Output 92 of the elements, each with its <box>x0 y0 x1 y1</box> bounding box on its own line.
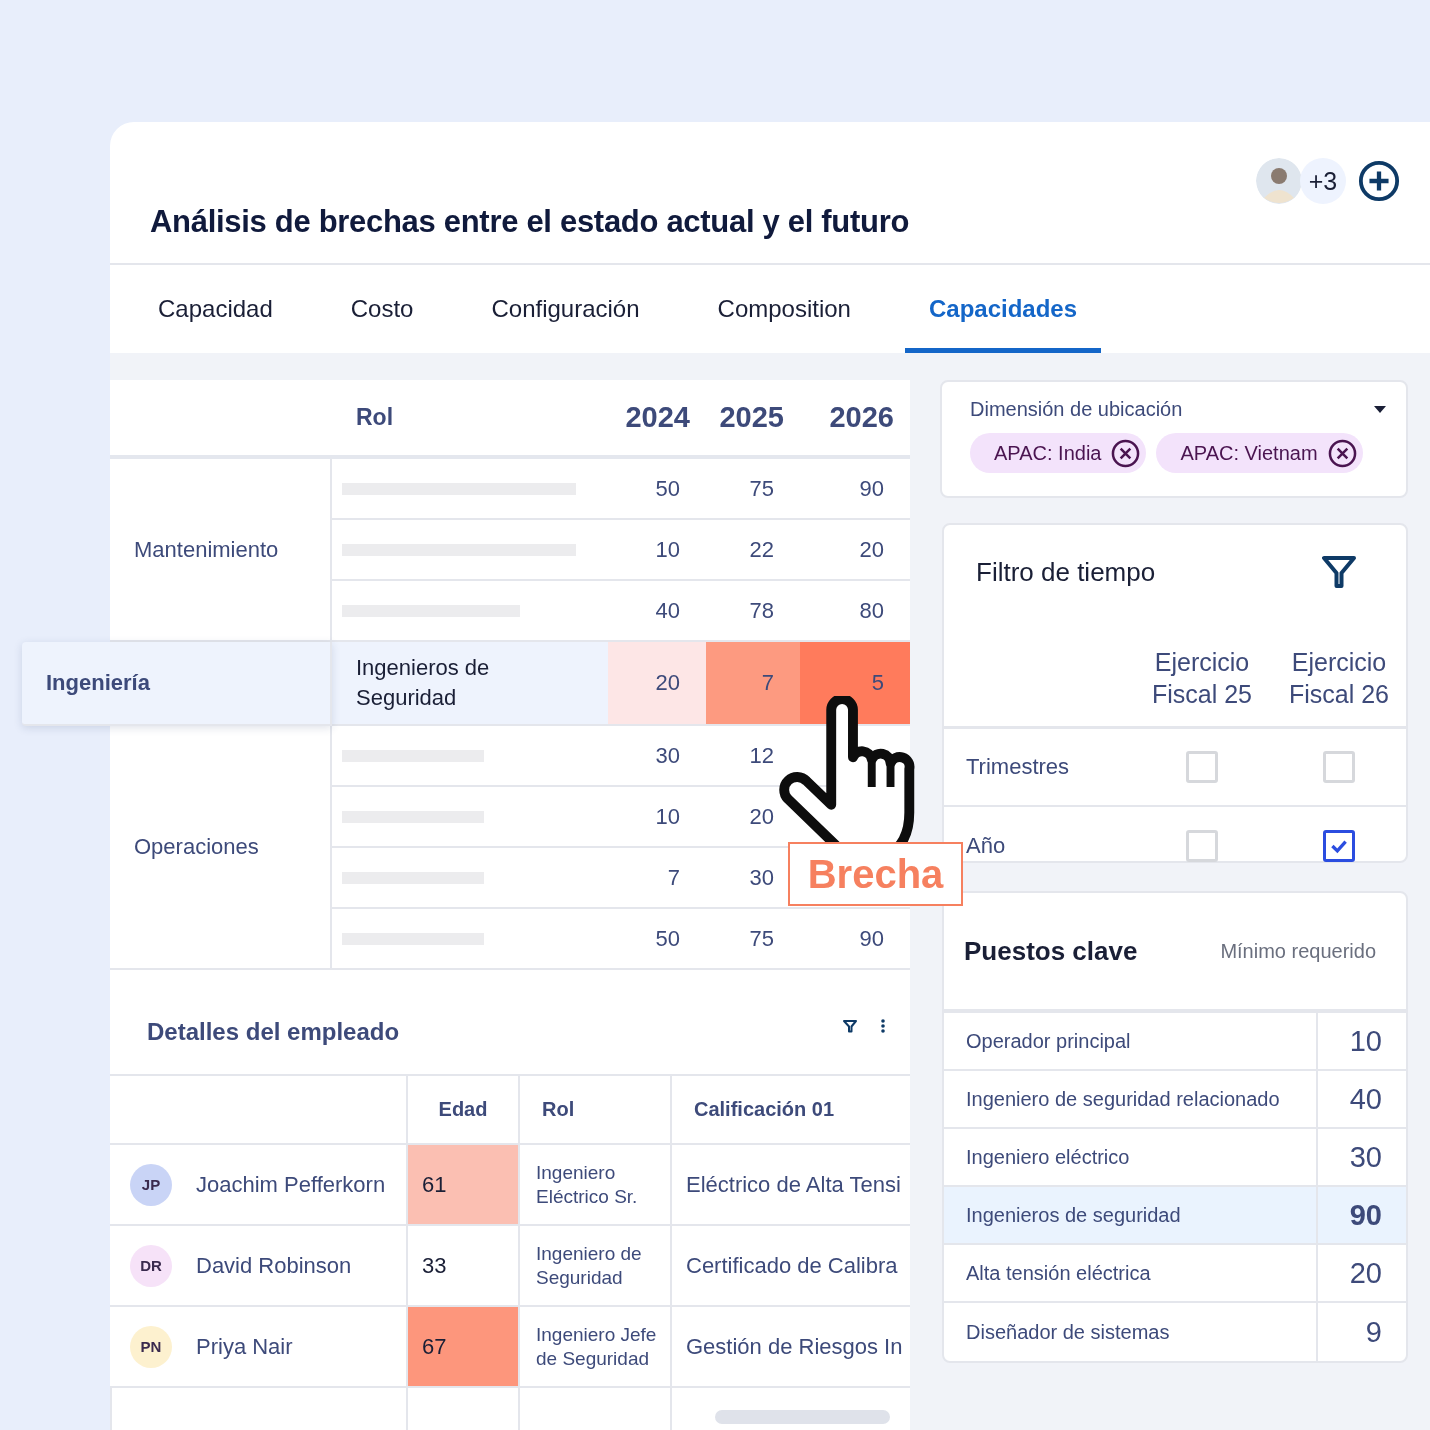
row-label: Año <box>966 833 1006 859</box>
column-header: Calificación 01 <box>694 1098 835 1121</box>
employee-name[interactable]: David Robinson <box>196 1252 352 1279</box>
filter-icon[interactable] <box>1322 556 1356 588</box>
checkbox[interactable] <box>1323 830 1355 862</box>
avatar-initials: DR <box>130 1244 172 1287</box>
position-name: Ingenieros de seguridad <box>944 1187 1318 1243</box>
position-name: Operador principal <box>944 1013 1318 1069</box>
value-text: 12 <box>749 742 774 769</box>
value-text: 80 <box>859 597 884 624</box>
qualification-text: Eléctrico de Alta Tensi <box>686 1171 901 1198</box>
avatar-icon <box>1256 158 1302 204</box>
position-name: Alta tensión eléctrica <box>944 1245 1318 1301</box>
tab[interactable]: Configuración <box>467 265 664 353</box>
employee-name[interactable]: Priya Nair <box>196 1333 293 1360</box>
more-options-icon[interactable] <box>880 1018 886 1034</box>
column-header: 2024 <box>625 401 690 434</box>
position-value: 40 <box>1348 1081 1383 1117</box>
column-header: 2026 <box>829 401 894 434</box>
value-text: 20 <box>749 803 774 830</box>
position-row[interactable]: Ingenieros de seguridad 90 <box>944 1187 1406 1245</box>
position-name: Diseñador de sistemas <box>944 1303 1318 1361</box>
value-text: 7 <box>667 864 680 891</box>
value-text: 78 <box>749 597 774 624</box>
position-value: 10 <box>1348 1023 1383 1059</box>
group-cell[interactable]: Ingeniería <box>22 642 332 726</box>
column-header: Ejercicio Fiscal 26 <box>1287 646 1390 710</box>
position-name: Ingeniero eléctrico <box>944 1129 1318 1185</box>
value-text: 90 <box>859 475 884 502</box>
panel-title: Filtro de tiempo <box>976 556 1156 588</box>
column-header: Mínimo requerido <box>1220 939 1376 963</box>
age-text: 61 <box>422 1171 447 1198</box>
section-title: Detalles del empleado <box>147 1018 400 1046</box>
dropdown-caret-icon[interactable] <box>1374 406 1386 413</box>
value-text: 7 <box>761 670 774 696</box>
value-text: 50 <box>655 475 680 502</box>
position-row[interactable]: Diseñador de sistemas 9 <box>944 1303 1406 1361</box>
value-text: 50 <box>655 925 680 952</box>
filter-chip[interactable]: APAC: Vietnam <box>1156 433 1363 473</box>
value-text: 30 <box>749 864 774 891</box>
column-header: Rol <box>542 1098 575 1121</box>
value-text: 75 <box>749 925 774 952</box>
age-text: 67 <box>422 1333 447 1360</box>
add-icon[interactable] <box>1358 160 1400 202</box>
role-text: Ingeniero de Seguridad <box>536 1241 643 1290</box>
qualification-text: Certificado de Calibra <box>686 1252 898 1279</box>
value-text: 30 <box>655 742 680 769</box>
value-text: 40 <box>655 597 680 624</box>
avatar-initials: JP <box>130 1163 172 1206</box>
position-row[interactable]: Operador principal 10 <box>944 1013 1406 1071</box>
page-title: Análisis de brechas entre el estado actual y el futuro <box>150 204 910 240</box>
value-text: 75 <box>749 475 774 502</box>
value-text: 22 <box>749 536 774 563</box>
column-header: 2025 <box>719 401 784 434</box>
collaborator-count-badge[interactable]: +3 <box>1300 158 1346 204</box>
column-header: Rol <box>356 404 394 431</box>
filter-chip[interactable]: APAC: India <box>970 433 1147 473</box>
position-value: 9 <box>1364 1314 1383 1350</box>
position-name: Ingeniero de seguridad relacionado <box>944 1071 1318 1127</box>
position-value: 90 <box>1348 1197 1383 1233</box>
position-value: 20 <box>1348 1255 1383 1291</box>
value-text: 20 <box>859 536 884 563</box>
tab[interactable]: Composition <box>693 265 875 353</box>
value-text: 5 <box>871 670 884 696</box>
scrollbar[interactable] <box>715 1410 890 1424</box>
value-text: 10 <box>655 803 680 830</box>
row-label: Trimestres <box>966 754 1070 780</box>
avatar-initials: PN <box>130 1325 172 1368</box>
remove-icon[interactable] <box>1111 438 1141 468</box>
tab[interactable]: Costo <box>326 265 438 353</box>
position-value: 30 <box>1348 1139 1383 1175</box>
column-header: Edad <box>438 1098 488 1121</box>
role-text: Ingeniero Eléctrico Sr. <box>536 1160 639 1209</box>
group-cell[interactable]: Mantenimiento <box>110 459 332 642</box>
column-header: Ejercicio Fiscal 25 <box>1150 646 1253 710</box>
age-text: 33 <box>422 1252 447 1279</box>
value-text: 90 <box>859 925 884 952</box>
value-text: 10 <box>655 536 680 563</box>
employee-name[interactable]: Joachim Pefferkorn <box>196 1171 386 1198</box>
role-label: Ingenieros de Seguridad <box>356 654 491 712</box>
position-row[interactable]: Alta tensión eléctrica 20 <box>944 1245 1406 1303</box>
tab[interactable]: Capacidad <box>134 265 297 353</box>
remove-icon[interactable] <box>1327 438 1357 468</box>
filter-icon[interactable] <box>842 1018 858 1034</box>
field-label: Dimensión de ubicación <box>970 398 1183 421</box>
value-text: 20 <box>655 670 680 696</box>
role-text: Ingeniero Jefe de Seguridad <box>536 1322 658 1371</box>
callout-label: Brecha <box>788 842 963 906</box>
position-row[interactable]: Ingeniero de seguridad relacionado 40 <box>944 1071 1406 1129</box>
group-cell[interactable]: Operaciones <box>110 726 332 970</box>
qualification-text: Gestión de Riesgos In <box>686 1333 903 1360</box>
panel-title: Puestos clave <box>964 935 1138 967</box>
